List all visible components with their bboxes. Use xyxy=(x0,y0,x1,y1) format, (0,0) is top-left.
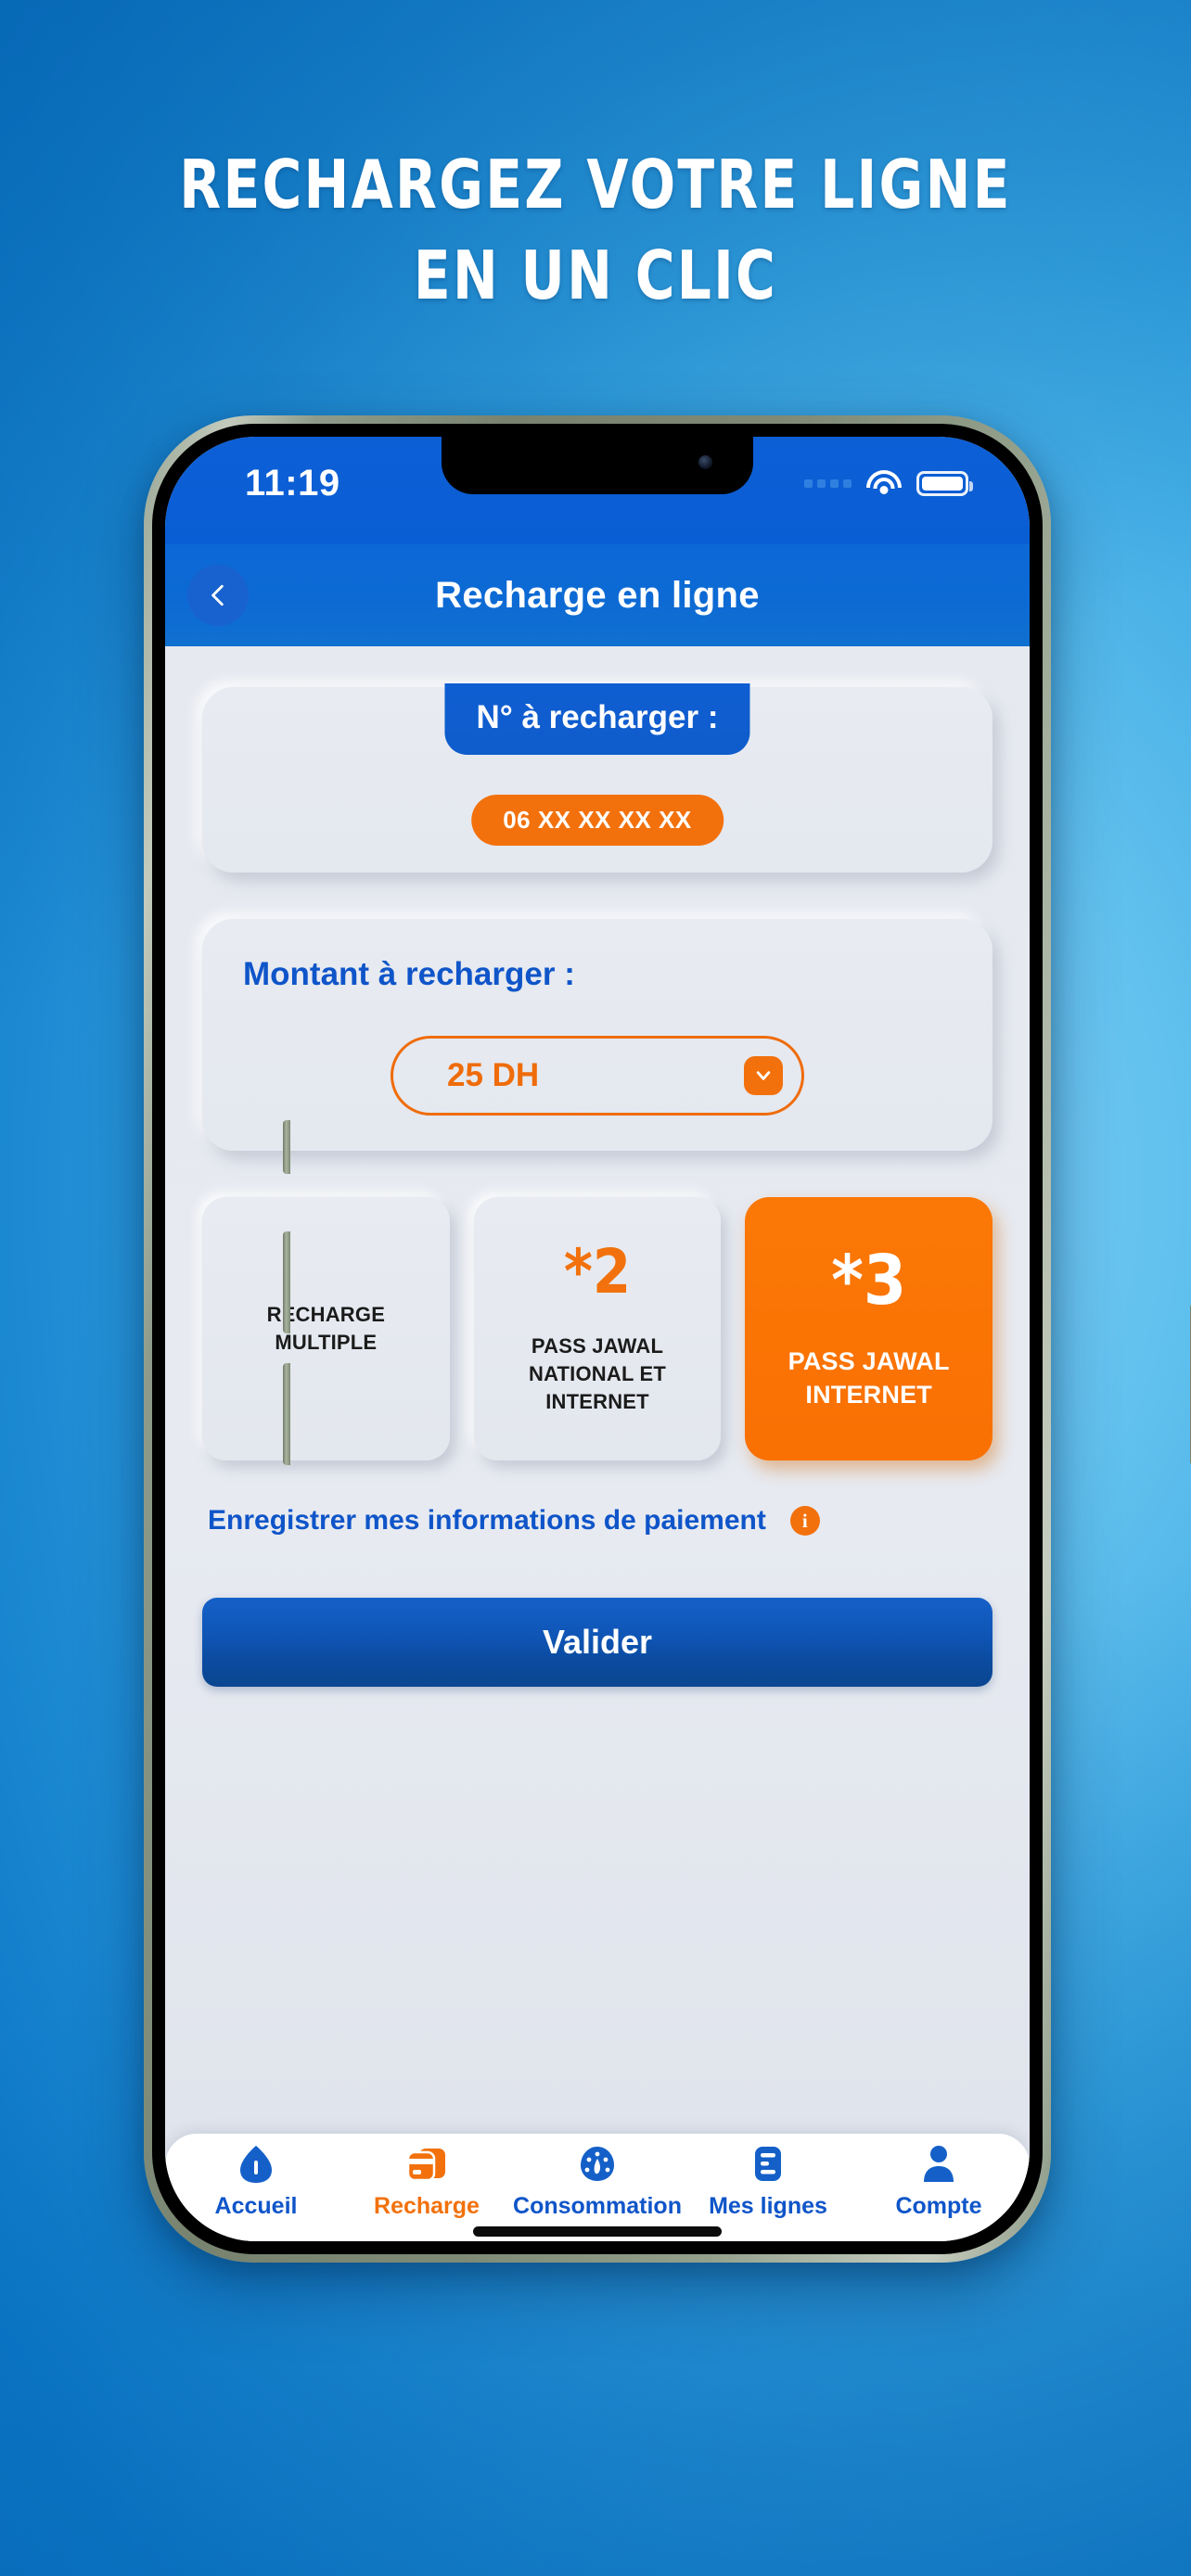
promo-headline: RECHARGEZ VOTRE LIGNE EN UN CLIC xyxy=(59,139,1132,321)
credit-card-icon xyxy=(404,2144,449,2185)
phone-number-value[interactable]: 06 XX XX XX XX xyxy=(471,795,724,846)
phone-volume-down-button xyxy=(283,1363,290,1465)
phone-mockup: 11:19 Recharge en ligne N° à recharger:… xyxy=(144,415,1191,2263)
status-bar-indicators xyxy=(804,470,973,496)
tile-code: *3 xyxy=(831,1240,907,1320)
nav-label: Recharge xyxy=(374,2193,480,2219)
tile-label: PASS JAWAL INTERNET xyxy=(788,1346,950,1409)
phone-notch xyxy=(442,437,753,494)
chevron-down-icon[interactable] xyxy=(744,1056,783,1095)
home-indicator xyxy=(473,2226,722,2237)
nav-item-compte[interactable]: Compte xyxy=(853,2144,1024,2220)
chevron-left-icon xyxy=(211,584,224,606)
status-bar-clock: 11:19 xyxy=(245,463,340,504)
nav-label: Mes lignes xyxy=(709,2193,827,2219)
front-camera-icon xyxy=(698,455,712,469)
app-content: N° à recharger : 06 XX XX XX XX Montant … xyxy=(165,646,1030,2241)
nav-item-mes-lignes[interactable]: Mes lignes xyxy=(683,2144,853,2220)
number-card-tab-label: N° à recharger : xyxy=(444,683,750,755)
amount-selected-value: 25 DH xyxy=(447,1057,540,1093)
page-title: Recharge en ligne xyxy=(435,574,760,616)
nav-item-accueil[interactable]: Accueil xyxy=(171,2144,341,2220)
status-bar: 11:19 xyxy=(165,437,1030,544)
tile-label: PASS JAWAL NATIONAL ET INTERNET xyxy=(528,1334,667,1413)
nav-label: Accueil xyxy=(214,2193,298,2219)
validate-button[interactable]: Valider xyxy=(202,1598,992,1687)
phone-bezel: 11:19 Recharge en ligne N° à recharger:… xyxy=(152,424,1043,2254)
phone-volume-up-button xyxy=(283,1231,290,1333)
phone-screen: 11:19 Recharge en ligne N° à recharger:… xyxy=(165,437,1030,2241)
number-to-recharge-card: N° à recharger : 06 XX XX XX XX xyxy=(202,683,992,873)
recharge-options: RECHARGE MULTIPLE *2 PASS JAWAL NATIONAL… xyxy=(202,1197,993,1460)
wifi-icon xyxy=(866,470,902,496)
home-icon xyxy=(237,2144,275,2185)
back-button[interactable] xyxy=(187,565,249,626)
nav-label: Consommation xyxy=(513,2193,682,2219)
tile-code: *2 xyxy=(563,1236,632,1308)
signal-dots-icon xyxy=(804,478,852,488)
list-lines-icon xyxy=(750,2144,786,2185)
headline-line-2: EN UN CLIC xyxy=(413,236,778,314)
app-header: Recharge en ligne xyxy=(165,544,1030,646)
phone-mute-switch xyxy=(283,1120,290,1174)
save-payment-info-label: Enregistrer mes informations de paiement xyxy=(208,1505,766,1536)
nav-label: Compte xyxy=(895,2193,982,2219)
battery-full-icon xyxy=(916,470,973,496)
gauge-icon xyxy=(577,2144,618,2185)
nav-item-consommation[interactable]: Consommation xyxy=(512,2144,683,2220)
save-payment-info-row[interactable]: Enregistrer mes informations de paiement… xyxy=(202,1505,992,1537)
amount-card: Montant à recharger : 25 DH xyxy=(202,919,992,1151)
amount-dropdown[interactable]: 25 DH xyxy=(391,1036,804,1116)
nav-item-recharge[interactable]: Recharge xyxy=(341,2144,512,2220)
tile-recharge-multiple[interactable]: RECHARGE MULTIPLE xyxy=(202,1197,450,1460)
info-icon[interactable]: i xyxy=(789,1506,820,1536)
tile-pass-jawal-internet[interactable]: *3 PASS JAWAL INTERNET xyxy=(745,1197,993,1460)
headline-line-1: RECHARGEZ VOTRE LIGNE xyxy=(179,146,1012,223)
person-icon xyxy=(920,2144,957,2185)
bottom-navigation-bar: Accueil Recharge Consommation Mes lignes… xyxy=(165,2134,1030,2241)
tile-pass-jawal-national-internet[interactable]: *2 PASS JAWAL NATIONAL ET INTERNET xyxy=(473,1197,722,1460)
tile-label: RECHARGE MULTIPLE xyxy=(266,1303,386,1354)
amount-label: Montant à recharger : xyxy=(243,956,575,992)
